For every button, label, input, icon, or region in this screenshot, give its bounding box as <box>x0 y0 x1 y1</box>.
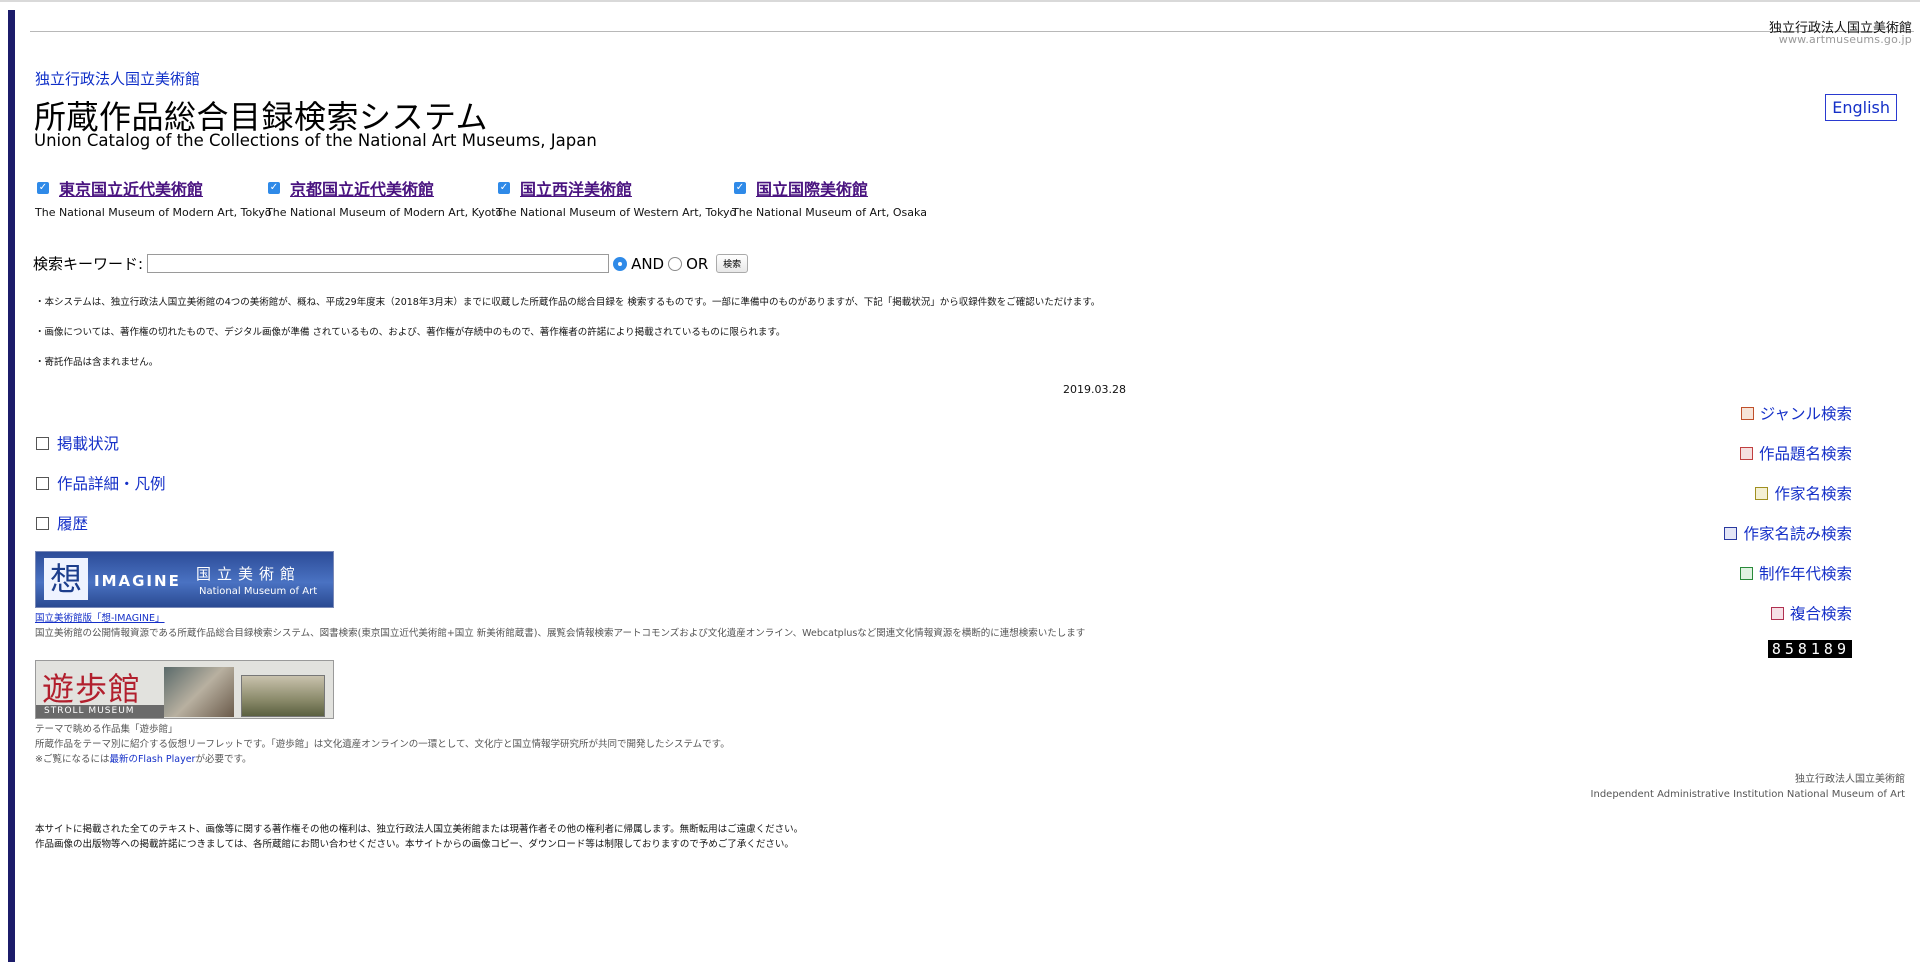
museum-link[interactable]: 国立国際美術館 <box>756 180 868 199</box>
museum-option-tokyo-modern: ✓ 東京国立近代美術館 The National Museum of Modern… <box>35 176 271 219</box>
museum-option-osaka: ✓ 国立国際美術館 The National Museum of Art, Osa… <box>732 176 927 219</box>
museum-checkbox[interactable]: ✓ <box>37 182 49 194</box>
brand-name: 独立行政法人国立美術館 <box>35 70 201 88</box>
museum-checkbox[interactable]: ✓ <box>268 182 280 194</box>
copyright-line: 本サイトに掲載された全てのテキスト、画像等に関する著作権その他の権利は、独立行政… <box>35 824 804 835</box>
stroll-description: 所蔵作品をテーマ別に紹介する仮想リーフレットです。「遊歩館」は文化遺産オンライン… <box>35 739 730 750</box>
imagine-description: 国立美術館の公開情報資源である所蔵作品総合目録検索システム、図書検索(東京国立近… <box>35 628 1086 639</box>
imagine-banner[interactable]: 想 IMAGINE 国立美術館 National Museum of Art <box>35 551 334 608</box>
nav-label: 履歴 <box>57 515 89 533</box>
flash-player-link[interactable]: 最新のFlash Player <box>109 754 195 765</box>
nav-genre-search[interactable]: ジャンル検索 <box>1740 402 1852 424</box>
search-input[interactable] <box>147 254 610 273</box>
nav-label: ジャンル検索 <box>1759 405 1852 423</box>
nav-label: 複合検索 <box>1789 605 1852 623</box>
and-radio[interactable] <box>613 256 628 271</box>
museum-description: The National Museum of Western Art, Toky… <box>496 206 737 219</box>
square-icon <box>36 516 49 530</box>
nav-history[interactable]: 履歴 <box>36 512 88 534</box>
nav-label: 掲載状況 <box>57 435 120 453</box>
imagine-wordmark: IMAGINE <box>94 572 181 590</box>
nav-details-legend[interactable]: 作品詳細・凡例 <box>36 472 166 494</box>
imagine-museum-jp: 国立美術館 <box>196 565 302 583</box>
search-label: 検索キーワード: <box>33 255 144 273</box>
museum-link[interactable]: 京都国立近代美術館 <box>290 180 434 199</box>
stroll-museum-wordmark: STROLL MUSEUM <box>36 705 164 718</box>
update-date: 2019.03.28 <box>1063 383 1126 396</box>
imagine-museum-en: National Museum of Art <box>199 586 318 597</box>
museum-checkbox[interactable]: ✓ <box>498 182 510 194</box>
stroll-museum-logo: 遊歩館 <box>42 670 142 708</box>
left-accent-bar <box>8 10 15 962</box>
gallery-image <box>164 667 234 717</box>
header-divider <box>30 31 1914 32</box>
museum-description: The National Museum of Modern Art, Kyoto <box>266 206 503 219</box>
search-form: 検索キーワード: AND OR 検索 <box>33 253 749 274</box>
nav-label: 作品詳細・凡例 <box>57 475 166 493</box>
nav-listing-status[interactable]: 掲載状況 <box>36 432 119 454</box>
nav-label: 作家名検索 <box>1774 485 1852 503</box>
info-note: ・本システムは、独立行政法人国立美術館の4つの美術館が、概ね、平成29年度末（2… <box>35 297 1101 308</box>
imagine-link[interactable]: 国立美術館版「想-IMAGINE」 <box>35 610 165 624</box>
top-border <box>0 0 1920 2</box>
square-icon <box>1770 606 1784 620</box>
nav-title-search[interactable]: 作品題名検索 <box>1739 442 1852 464</box>
and-label: AND <box>631 254 665 273</box>
copyright-line: 作品画像の出版物等への掲載許諾につきましては、各所蔵館にお問い合わせください。本… <box>35 839 794 850</box>
nav-label: 作品題名検索 <box>1758 445 1852 463</box>
stroll-caption: テーマで眺める作品集「遊歩館」 <box>35 724 178 735</box>
visit-counter: 858189 <box>1767 640 1852 658</box>
square-icon <box>1739 566 1753 580</box>
info-note: ・画像については、著作権の切れたもので、デジタル画像が準備 されているもの、およ… <box>35 327 786 338</box>
flash-note: ※ご覧になるには最新のFlash Playerが必要です。 <box>35 751 252 765</box>
stroll-museum-banner[interactable]: 遊歩館 STROLL MUSEUM <box>35 660 334 719</box>
or-label: OR <box>686 254 709 273</box>
museum-link[interactable]: 国立西洋美術館 <box>520 180 632 199</box>
museum-link[interactable]: 東京国立近代美術館 <box>59 180 203 199</box>
nav-artist-reading-search[interactable]: 作家名読み検索 <box>1724 522 1852 544</box>
square-icon <box>36 436 49 450</box>
museum-option-kyoto-modern: ✓ 京都国立近代美術館 The National Museum of Modern… <box>266 176 502 219</box>
flash-note-prefix: ※ご覧になるには <box>35 754 110 765</box>
nav-label: 制作年代検索 <box>1758 565 1852 583</box>
museum-description: The National Museum of Art, Osaka <box>732 206 927 219</box>
footer-org: 独立行政法人国立美術館 Independent Administrative I… <box>1591 772 1905 802</box>
painting-image <box>241 675 325 717</box>
square-icon <box>1724 526 1738 540</box>
page-subtitle: Union Catalog of the Collections of the … <box>34 131 597 150</box>
museum-option-western-art: ✓ 国立西洋美術館 The National Museum of Western … <box>496 176 736 219</box>
search-button[interactable]: 検索 <box>716 254 749 273</box>
nav-label: 作家名読み検索 <box>1743 525 1852 543</box>
info-note: ・寄託作品は含まれません。 <box>35 357 159 368</box>
imagine-logo-icon: 想 <box>44 558 88 600</box>
square-icon <box>1755 486 1769 500</box>
nav-period-search[interactable]: 制作年代検索 <box>1739 562 1852 584</box>
square-icon <box>1740 406 1754 420</box>
square-icon <box>1739 446 1753 460</box>
flash-note-suffix: が必要です。 <box>195 754 252 765</box>
footer-org-jp: 独立行政法人国立美術館 <box>1795 774 1905 785</box>
museum-description: The National Museum of Modern Art, Tokyo <box>35 206 272 219</box>
header-org-url: www.artmuseums.go.jp <box>1778 33 1912 46</box>
or-radio[interactable] <box>668 256 683 271</box>
copyright-notice: 本サイトに掲載された全てのテキスト、画像等に関する著作権その他の権利は、独立行政… <box>35 822 803 852</box>
museum-checkbox[interactable]: ✓ <box>734 182 746 194</box>
nav-artist-search[interactable]: 作家名検索 <box>1755 482 1852 504</box>
nav-combined-search[interactable]: 複合検索 <box>1770 602 1852 624</box>
footer-org-en: Independent Administrative Institution N… <box>1590 789 1905 800</box>
english-button[interactable]: English <box>1825 94 1897 121</box>
square-icon <box>36 476 49 490</box>
